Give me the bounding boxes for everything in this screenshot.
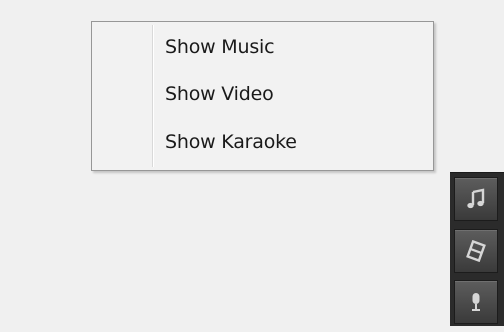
mode-toolbar (450, 172, 504, 326)
menu-item-show-video[interactable]: Show Video (94, 72, 431, 116)
music-mode-button[interactable] (454, 177, 498, 221)
music-note-icon (467, 188, 485, 209)
karaoke-mode-button[interactable] (454, 280, 498, 324)
menu-item-label: Show Music (165, 36, 275, 58)
film-icon (466, 240, 486, 262)
video-mode-button[interactable] (454, 229, 498, 273)
microphone-icon (472, 293, 480, 311)
menu-item-label: Show Karaoke (165, 131, 297, 153)
menu-item-label: Show Video (165, 83, 274, 105)
app-window: Show Music Show Video Show Karaoke (0, 0, 504, 332)
menu-item-show-karaoke[interactable]: Show Karaoke (94, 120, 431, 164)
menu-item-show-music[interactable]: Show Music (94, 25, 431, 69)
context-menu: Show Music Show Video Show Karaoke (91, 21, 434, 171)
